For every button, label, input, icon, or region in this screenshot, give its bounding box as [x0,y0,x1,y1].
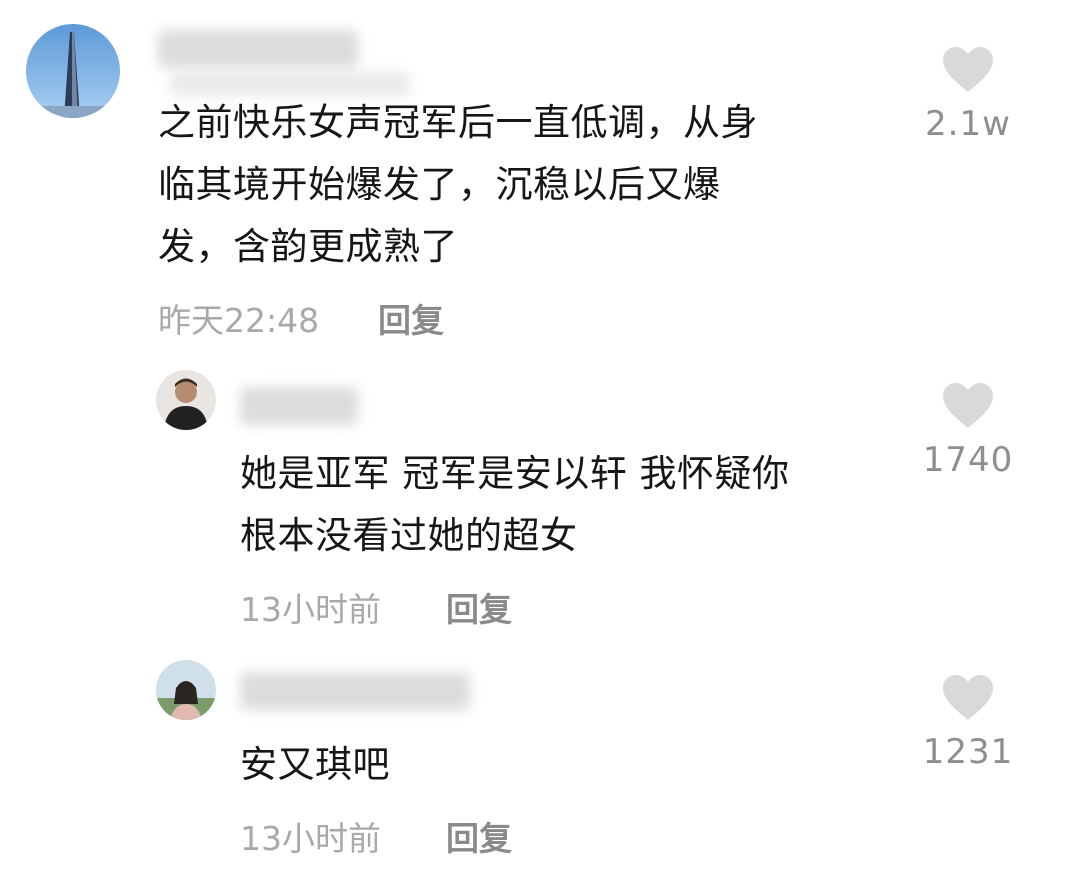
heart-icon [943,47,993,92]
comment-timestamp: 13小时前 [240,590,381,629]
comment-text: 安又琪吧 [240,743,390,786]
username-blurred[interactable] [158,30,358,68]
comment-text: 之前快乐女声冠军后一直低调，从身 临其境开始爆发了，沉稳以后又爆 发，含韵更成熟… [158,101,758,268]
like-count: 1740 [922,440,1014,480]
like-count: 1231 [922,732,1014,772]
skyscraper-avatar-icon [26,24,120,118]
username-blurred[interactable] [240,672,470,710]
man-portrait-avatar-icon [156,370,216,430]
reply-button[interactable]: 回复 [446,583,512,631]
user-avatar[interactable] [26,24,120,118]
user-avatar[interactable] [156,370,216,430]
like-button[interactable]: 1231 [913,674,1023,772]
heart-icon [943,383,993,428]
reply-comment-item: 她是亚军 冠军是安以轩 我怀疑你 根本没看过她的超女 13小时前 回复 1740 [0,345,1080,640]
reply-button[interactable]: 回复 [446,812,512,860]
like-button[interactable]: 2.1w [913,46,1023,144]
reply-comment-item: 安又琪吧 13小时前 回复 1231 [0,640,1080,893]
comment-timestamp: 13小时前 [240,819,381,858]
like-count: 2.1w [925,104,1011,144]
comment-item: 之前快乐女声冠军后一直低调，从身 临其境开始爆发了，沉稳以后又爆 发，含韵更成熟… [0,0,1080,345]
reply-button[interactable]: 回复 [378,294,444,342]
woman-outdoor-avatar-icon [156,660,216,720]
comment-timestamp: 昨天22:48 [158,301,320,340]
user-avatar[interactable] [156,660,216,720]
username-blurred[interactable] [240,387,358,425]
heart-icon [943,675,993,720]
like-button[interactable]: 1740 [913,382,1023,480]
comment-text: 她是亚军 冠军是安以轩 我怀疑你 根本没看过她的超女 [240,452,790,557]
